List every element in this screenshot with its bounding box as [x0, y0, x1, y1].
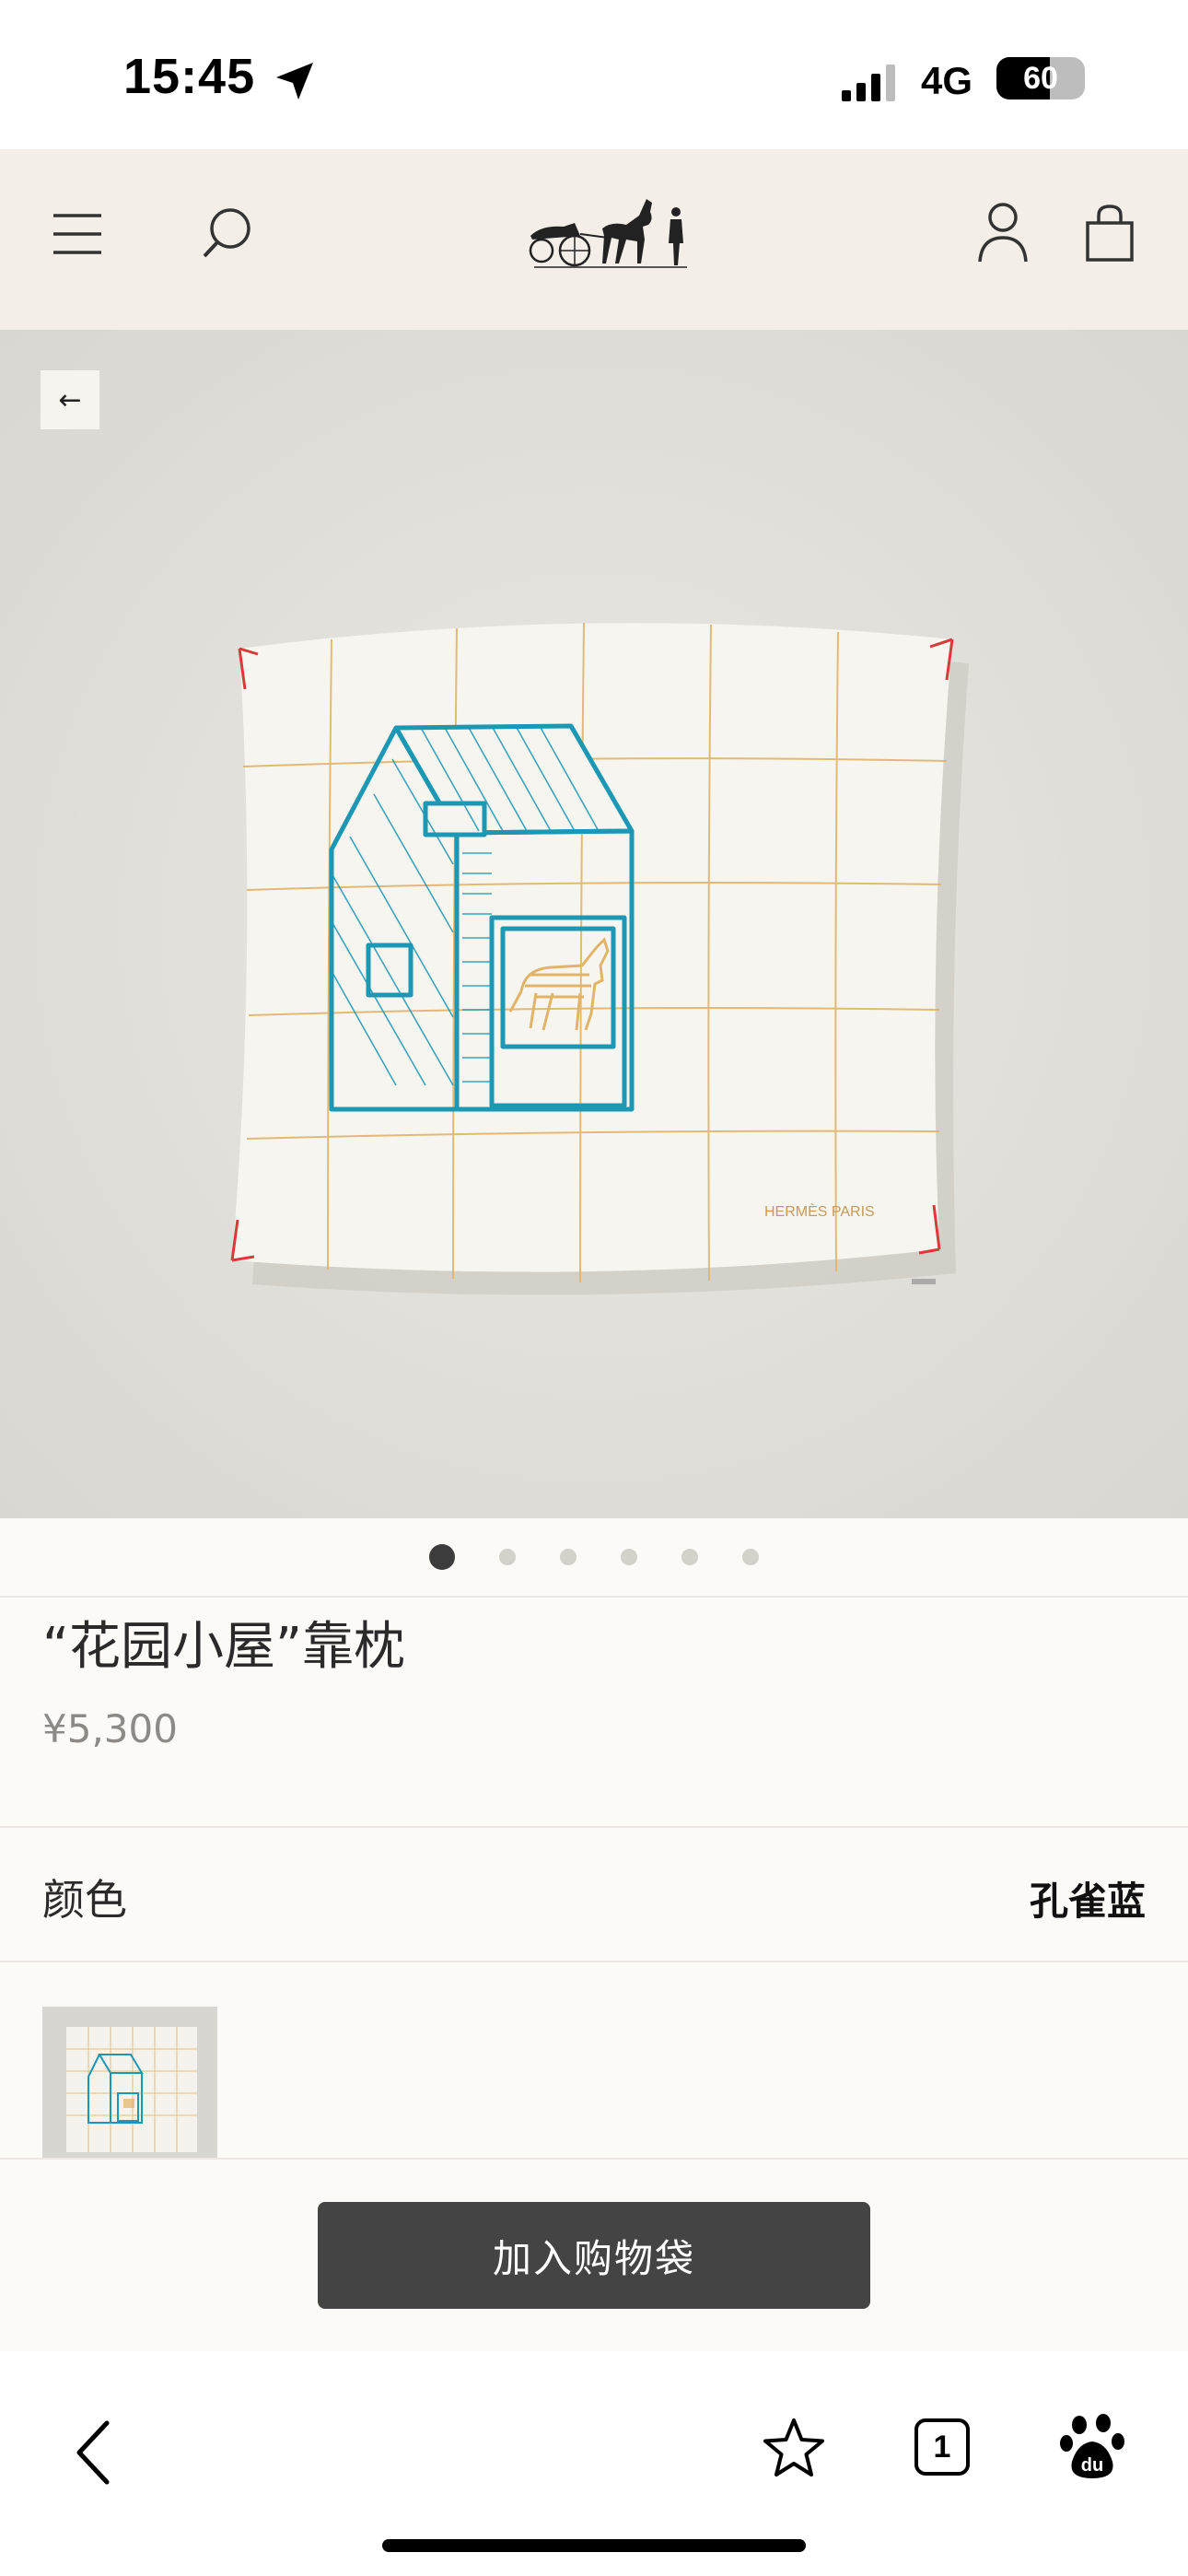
- baidu-paw-icon[interactable]: du: [1059, 2412, 1125, 2482]
- divider: [0, 1596, 1188, 1598]
- swatch-pillow-image: [42, 2007, 217, 2158]
- location-arrow-icon: [276, 63, 313, 100]
- pillow-signature: HERMÈS PARIS: [764, 1202, 875, 1220]
- carousel-dot[interactable]: [681, 1549, 698, 1565]
- carousel-dot[interactable]: [429, 1544, 455, 1570]
- battery-tip: [1077, 70, 1083, 87]
- svg-text:du: du: [1081, 2455, 1103, 2476]
- carousel-dot[interactable]: [499, 1549, 516, 1565]
- cta-zone: 加入购物袋: [0, 2160, 1188, 2351]
- carousel-dot[interactable]: [621, 1549, 637, 1565]
- pillow-product-image: HERMÈS PARIS: [230, 622, 969, 1295]
- cellular-signal-icon: [842, 64, 895, 101]
- color-value: 孔雀蓝: [1029, 1879, 1146, 1924]
- search-icon[interactable]: [199, 205, 254, 262]
- chevron-left-icon[interactable]: [70, 2416, 118, 2489]
- network-type: 4G: [921, 59, 973, 102]
- add-to-bag-button[interactable]: 加入购物袋: [318, 2202, 870, 2309]
- tabs-icon[interactable]: 1: [914, 2418, 971, 2476]
- status-time: 15:45: [123, 49, 256, 104]
- carousel-dots: [0, 1518, 1188, 1596]
- product-image-carousel[interactable]: ← HERMÈS PARIS: [0, 330, 1188, 1518]
- hermes-carriage-logo[interactable]: [523, 179, 691, 286]
- home-indicator[interactable]: [382, 2539, 806, 2552]
- site-header: [0, 149, 1188, 330]
- star-icon[interactable]: [761, 2416, 827, 2482]
- color-label: 颜色: [42, 1875, 127, 1925]
- back-button[interactable]: ←: [41, 370, 99, 429]
- divider: [0, 1961, 1188, 1962]
- account-icon[interactable]: [976, 201, 1030, 263]
- battery-level: 60: [1023, 60, 1058, 96]
- product-title: “花园小屋”靠枕: [42, 1617, 406, 1677]
- carousel-dot[interactable]: [742, 1549, 759, 1565]
- shopping-bag-icon[interactable]: [1085, 203, 1135, 263]
- menu-icon[interactable]: [50, 206, 105, 262]
- battery-icon: 60: [996, 57, 1085, 100]
- divider: [0, 1826, 1188, 1828]
- color-swatch-thumbnail[interactable]: [42, 2007, 217, 2158]
- product-price: ¥5,300: [42, 1706, 178, 1751]
- tab-count: 1: [933, 2429, 951, 2465]
- carousel-dot[interactable]: [560, 1549, 577, 1565]
- status-bar: 15:45 4G 60: [0, 0, 1188, 149]
